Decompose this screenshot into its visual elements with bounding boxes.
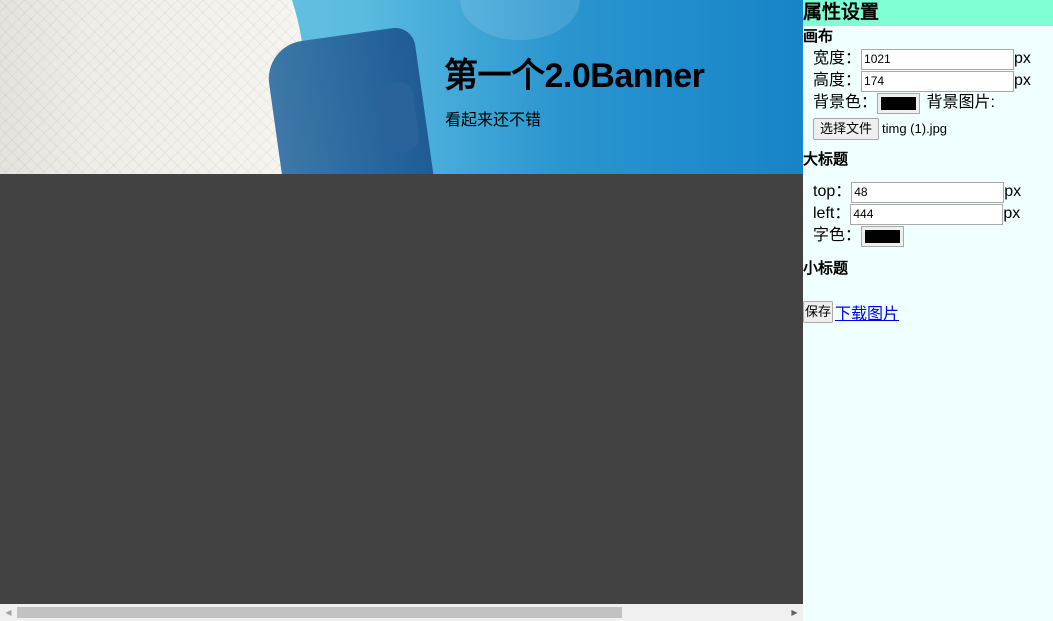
actions-row: 保存 下载图片 [803, 300, 1053, 324]
choose-file-button[interactable]: 选择文件 [813, 118, 880, 140]
canvas-height-label: 高度： [813, 72, 862, 89]
panel-title: 属性设置 [803, 0, 1053, 26]
canvas-background-row: 背景色： 背景图片: [803, 92, 1053, 114]
scroll-left-arrow-icon[interactable]: ◀ [0, 604, 17, 621]
horizontal-scrollbar[interactable]: ◀ ▶ [0, 604, 803, 621]
title-color-picker[interactable] [861, 225, 905, 247]
title-left-label: left： [813, 205, 851, 222]
title-top-row: top： 48 px [803, 181, 1053, 203]
title-left-input[interactable]: 444 [850, 203, 1004, 225]
title-top-unit: px [1004, 183, 1022, 200]
canvas-bgcolor-label: 背景色： [813, 94, 878, 111]
canvas-height-unit: px [1014, 72, 1031, 89]
scrollbar-thumb[interactable] [17, 607, 622, 618]
save-button[interactable]: 保存 [803, 301, 834, 323]
chosen-file-name: timg (1).jpg [882, 121, 948, 136]
canvas-bgcolor-swatch [881, 96, 917, 110]
canvas-bgcolor-picker[interactable] [877, 92, 921, 114]
banner-title[interactable]: 第一个2.0Banner [444, 48, 705, 97]
canvas-workspace: 第一个2.0Banner 看起来还不错 ◀ ▶ [0, 0, 803, 621]
title-section-title: 大标题 [803, 151, 849, 168]
canvas-bgimage-label: 背景图片: [926, 94, 995, 111]
banner-glow-decoration [460, 0, 580, 40]
title-top-label: top： [813, 183, 852, 200]
canvas-width-input[interactable]: 1021 [861, 48, 1015, 70]
banner-canvas[interactable]: 第一个2.0Banner 看起来还不错 [0, 0, 803, 174]
title-left-row: left： 444 px [803, 203, 1053, 225]
banner-subtitle[interactable]: 看起来还不错 [445, 106, 541, 130]
scroll-right-arrow-icon[interactable]: ▶ [786, 604, 803, 621]
title-color-label: 字色： [813, 227, 862, 244]
title-top-input[interactable]: 48 [851, 181, 1005, 203]
title-color-swatch [865, 229, 901, 243]
title-left-unit: px [1003, 205, 1021, 222]
properties-panel: 属性设置 画布 宽度： 1021 px 高度： 174 px 背景色： 背景图片: 选择… [803, 0, 1053, 621]
title-color-row: 字色： [803, 225, 1053, 247]
canvas-width-label: 宽度： [813, 50, 862, 67]
canvas-width-unit: px [1014, 50, 1031, 67]
canvas-bgimage-row: 选择文件 timg (1).jpg [803, 114, 1053, 140]
canvas-height-input[interactable]: 174 [861, 70, 1015, 92]
banner-background-plate-image [0, 0, 305, 174]
canvas-width-row: 宽度： 1021 px [803, 48, 1053, 70]
download-image-link[interactable]: 下载图片 [835, 300, 899, 324]
canvas-height-row: 高度： 174 px [803, 70, 1053, 92]
canvas-section-title: 画布 [803, 28, 834, 45]
subtitle-section-title: 小标题 [803, 260, 849, 277]
